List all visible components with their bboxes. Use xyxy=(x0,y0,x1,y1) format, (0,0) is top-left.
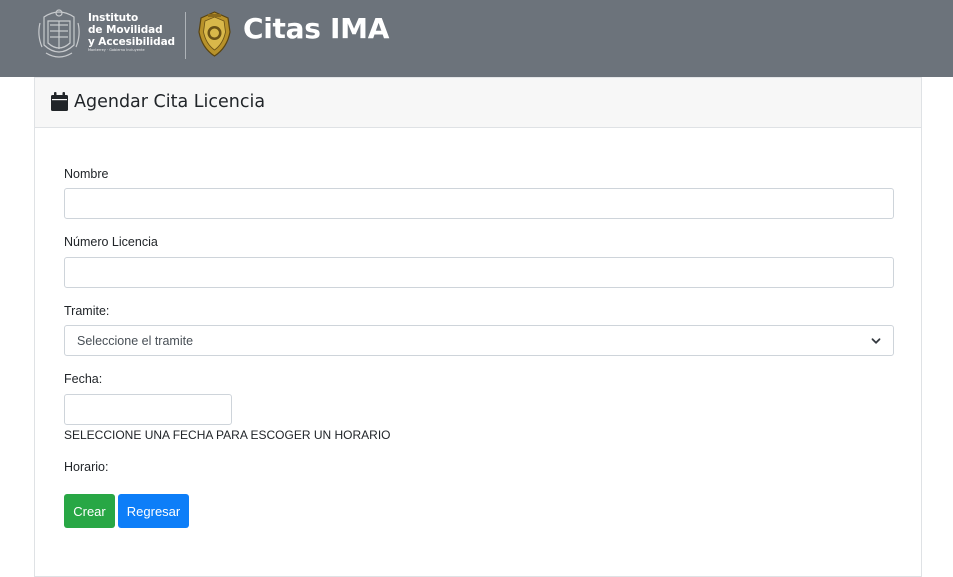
tramite-select[interactable]: Seleccione el tramite xyxy=(64,325,894,356)
fecha-hint: SELECCIONE UNA FECHA PARA ESCOGER UN HOR… xyxy=(64,428,391,442)
tramite-label: Tramite: xyxy=(64,304,110,318)
regresar-button[interactable]: Regresar xyxy=(118,494,189,528)
municipal-crest-icon xyxy=(38,9,80,58)
police-badge-icon xyxy=(198,11,231,57)
institute-name: Instituto de Movilidad y Accesibilidad M… xyxy=(88,12,175,53)
header-divider xyxy=(185,12,186,59)
top-navbar: Instituto de Movilidad y Accesibilidad M… xyxy=(0,0,953,77)
tramite-selected-value: Seleccione el tramite xyxy=(77,333,194,348)
crear-button[interactable]: Crear xyxy=(64,494,115,528)
licencia-input[interactable] xyxy=(64,257,894,288)
card-title: Agendar Cita Licencia xyxy=(74,92,266,112)
institute-line-1: Instituto xyxy=(88,12,139,24)
institute-tagline: Monterrey · Gobierno Incluyente xyxy=(88,48,145,52)
app-title: Citas IMA xyxy=(243,12,390,45)
card-header: Agendar Cita Licencia xyxy=(35,77,921,128)
institute-line-2: de Movilidad xyxy=(88,24,163,36)
appointment-card: Agendar Cita Licencia Nombre Número Lice… xyxy=(34,77,922,577)
fecha-label: Fecha: xyxy=(64,372,103,386)
nombre-label: Nombre xyxy=(64,167,109,181)
licencia-label: Número Licencia xyxy=(64,235,158,249)
calendar-icon xyxy=(51,92,68,111)
nombre-input[interactable] xyxy=(64,188,894,219)
chevron-down-icon xyxy=(871,337,881,344)
fecha-input[interactable] xyxy=(64,394,232,425)
horario-label: Horario: xyxy=(64,460,109,474)
institute-line-3: y Accesibilidad xyxy=(88,36,175,48)
